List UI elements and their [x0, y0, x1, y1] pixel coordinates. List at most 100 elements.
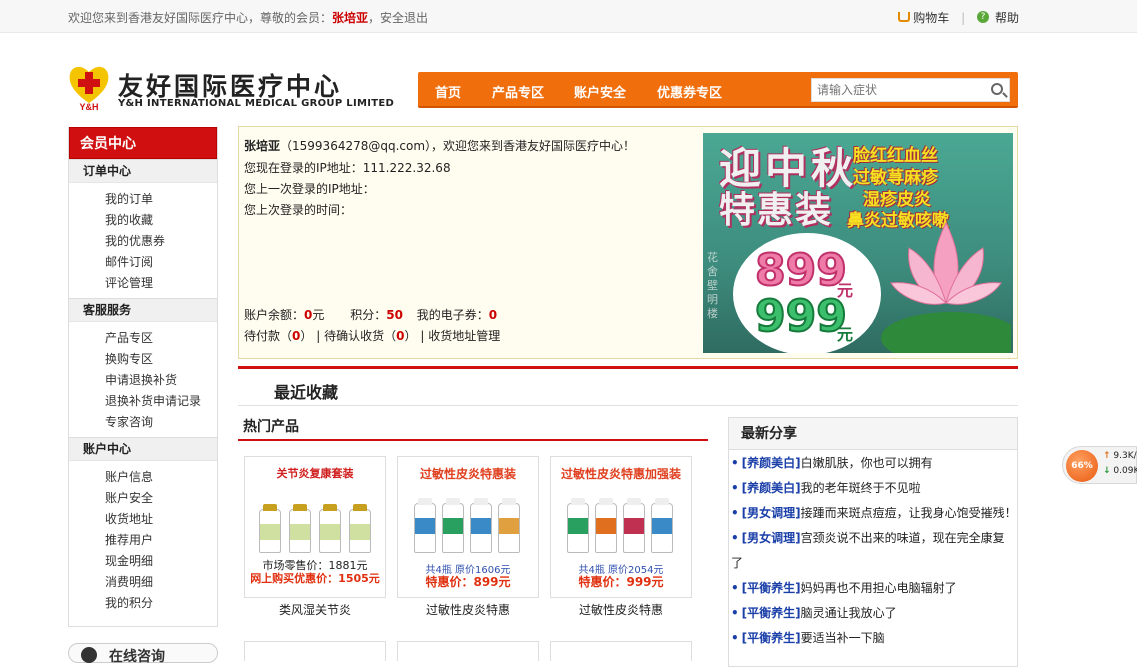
- pending-receipt-close: ）: [404, 329, 417, 343]
- member-name-link[interactable]: 张培亚: [332, 11, 368, 25]
- product-card[interactable]: 关节炎复康套装 市场零售价：1881元 网上购买优惠价：1505元: [244, 456, 386, 598]
- greeting-email: （1599364278@qq.com），欢迎您来到香港友好国际医疗中心！: [280, 139, 636, 153]
- search-input[interactable]: [812, 79, 982, 101]
- network-speed-widget[interactable]: 66% ↑ 9.3K/s ↓ 0.09K/s: [1062, 446, 1137, 484]
- top-bar: 欢迎您来到香港友好国际医疗中心，尊敬的会员：张培亚，安全退出 购物车 | ? 帮助: [0, 0, 1137, 33]
- sidebar-item-expert-consult[interactable]: 专家咨询: [105, 415, 153, 429]
- share-item[interactable]: • [养颜美白]白嫩肌肤，你也可以拥有: [731, 451, 933, 476]
- main-nav: 首页 产品专区 账户安全 优惠券专区: [418, 72, 1018, 108]
- product-headline: 关节炎复康套装: [276, 467, 354, 480]
- link-divider: |: [420, 329, 425, 343]
- chat-icon: [81, 647, 97, 663]
- sidebar-item-my-favorites[interactable]: 我的收藏: [105, 213, 153, 227]
- balance-label: 账户余额：: [244, 308, 305, 322]
- product-card[interactable]: [550, 641, 692, 661]
- hot-products-title: 热门产品: [243, 419, 299, 435]
- nav-account-security[interactable]: 账户安全: [574, 82, 626, 101]
- sidebar-item-shipping-address[interactable]: 收货地址: [105, 512, 153, 526]
- sidebar-item-review-management[interactable]: 评论管理: [105, 276, 153, 290]
- sidebar-item-products[interactable]: 产品专区: [105, 331, 153, 345]
- hot-products-divider: [238, 439, 708, 441]
- sidebar-item-my-points[interactable]: 我的积分: [105, 596, 153, 610]
- pending-receipt-label: 待确认收货（: [324, 329, 397, 343]
- share-item[interactable]: • [男女调理]宫颈炎说不出来的味道，现在完全康复: [731, 526, 1005, 551]
- product-card[interactable]: 过敏性皮炎特惠装 共4瓶 原价1606元 特惠价：899元: [397, 456, 539, 598]
- greeting-line: 张培亚（1599364278@qq.com），欢迎您来到香港友好国际医疗中心！: [244, 137, 635, 154]
- share-item[interactable]: • [男女调理]接踵而来斑点痘痘，让我身心饱受摧残！: [731, 501, 1017, 526]
- share-item[interactable]: • [平衡养生]妈妈再也不用担心电脑辐射了: [731, 576, 957, 601]
- pending-payment-link[interactable]: 待付款（0）: [244, 329, 312, 343]
- sidebar-item-cash-details[interactable]: 现金明细: [105, 554, 153, 568]
- product-name-link[interactable]: 过敏性皮炎特惠: [397, 601, 539, 618]
- logo-mark-text: Y&H: [79, 102, 98, 111]
- sidebar-item-spending-details[interactable]: 消费明细: [105, 575, 153, 589]
- lotus-illustration: [881, 221, 1011, 353]
- points-value: 50: [386, 308, 403, 322]
- sidebar-item-exchange[interactable]: 换购专区: [105, 352, 153, 366]
- sidebar-item-account-security[interactable]: 账户安全: [105, 491, 153, 505]
- cart-icon: [898, 11, 911, 22]
- product-image: [561, 495, 683, 553]
- product-image: [255, 495, 377, 553]
- member-sidebar: 会员中心 订单中心 我的订单 我的收藏 我的优惠券 邮件订阅 评论管理 客服服务…: [68, 127, 218, 627]
- banner-price-1: 899: [754, 244, 848, 297]
- help-label: 帮助: [994, 11, 1019, 25]
- pending-payment-close: ）: [300, 329, 313, 343]
- product-price-line2: 网上购买优惠价：1505元: [250, 572, 380, 585]
- welcome-message: 欢迎您来到香港友好国际医疗中心，尊敬的会员：张培亚，安全退出: [68, 9, 428, 26]
- speed-percent: 66%: [1066, 450, 1098, 482]
- sidebar-item-referrals[interactable]: 推荐用户: [105, 533, 153, 547]
- sidebar-item-account-info[interactable]: 账户信息: [105, 470, 153, 484]
- sidebar-item-apply-return[interactable]: 申请退换补货: [105, 373, 177, 387]
- ip-label: 您现在登录的IP地址：: [244, 161, 363, 175]
- banner-unit-2: 元: [837, 325, 854, 344]
- banner-price-2: 999: [754, 290, 848, 343]
- banner-title-line2: 特惠装: [719, 190, 834, 231]
- product-card[interactable]: [244, 641, 386, 661]
- nav-home[interactable]: 首页: [435, 82, 461, 101]
- cart-link[interactable]: 购物车: [898, 11, 949, 25]
- logout-link[interactable]: 安全退出: [380, 11, 428, 25]
- sidebar-list-account: 账户信息 账户安全 收货地址 推荐用户 现金明细 消费明细 我的积分: [69, 461, 217, 618]
- cart-label: 购物车: [913, 11, 950, 25]
- help-link[interactable]: ? 帮助: [976, 10, 1019, 25]
- online-consult-button[interactable]: 在线咨询: [68, 643, 218, 665]
- address-management-link[interactable]: 收货地址管理: [428, 329, 500, 343]
- last-ip-line: 您上一次登录的IP地址：: [244, 182, 375, 196]
- sidebar-group-account: 账户中心: [69, 437, 217, 461]
- product-price-line2: 特惠价：999元: [578, 575, 664, 589]
- pending-receipt-link[interactable]: 待确认收货（0）: [324, 329, 416, 343]
- product-card[interactable]: [397, 641, 539, 661]
- nav-products[interactable]: 产品专区: [492, 82, 544, 101]
- top-divider: |: [961, 11, 966, 25]
- pending-payment-label: 待付款（: [244, 329, 293, 343]
- product-name-link[interactable]: 类风湿关节炎: [244, 601, 386, 618]
- top-links: 购物车 | ? 帮助: [898, 9, 1019, 26]
- help-icon: ?: [976, 10, 989, 23]
- latest-share-title: 最新分享: [729, 418, 1017, 450]
- product-card[interactable]: 过敏性皮炎特惠加强装 共4瓶 原价2054元 特惠价：999元: [550, 456, 692, 598]
- ip-line: 您现在登录的IP地址：111.222.32.68: [244, 159, 451, 176]
- promo-banner[interactable]: 迎中秋 特惠装 脸红红血丝 过敏荨麻疹 湿疹皮炎 鼻炎过敏咳嗽 899 元 99…: [703, 133, 1013, 353]
- points-label: 积分：: [350, 308, 387, 322]
- share-item[interactable]: • [平衡养生]要适当补一下脑: [731, 626, 885, 651]
- order-status-line: 待付款（0） | 待确认收货（0） | 收货地址管理: [244, 327, 500, 344]
- sidebar-item-my-coupons[interactable]: 我的优惠券: [105, 234, 165, 248]
- latest-share-panel: 最新分享 • [养颜美白]白嫩肌肤，你也可以拥有 • [养颜美白]我的老年斑终于不见…: [728, 417, 1018, 667]
- search-icon[interactable]: [991, 83, 1003, 95]
- nav-coupons[interactable]: 优惠券专区: [657, 82, 722, 101]
- sidebar-item-return-records[interactable]: 退换补货申请记录: [105, 394, 201, 408]
- sidebar-item-email-subscription[interactable]: 邮件订阅: [105, 255, 153, 269]
- recent-favorites-title: 最近收藏: [274, 383, 339, 402]
- balance-unit: 元: [312, 308, 325, 322]
- search-box: [811, 78, 1010, 102]
- share-item[interactable]: • [养颜美白]我的老年斑终于不见啦: [731, 476, 921, 501]
- link-divider: |: [316, 329, 321, 343]
- product-headline: 过敏性皮炎特惠装: [419, 467, 516, 481]
- sidebar-group-orders: 订单中心: [69, 159, 217, 183]
- share-item[interactable]: • [平衡养生]脑灵通让我放心了: [731, 601, 897, 626]
- site-logo[interactable]: Y&H 友好国际医疗中心 Y&H INTERNATIONAL MEDICAL G…: [68, 63, 398, 113]
- product-name-link[interactable]: 过敏性皮炎特惠: [550, 601, 692, 618]
- sidebar-item-my-orders[interactable]: 我的订单: [105, 192, 153, 206]
- coupons-value: 0: [488, 308, 498, 322]
